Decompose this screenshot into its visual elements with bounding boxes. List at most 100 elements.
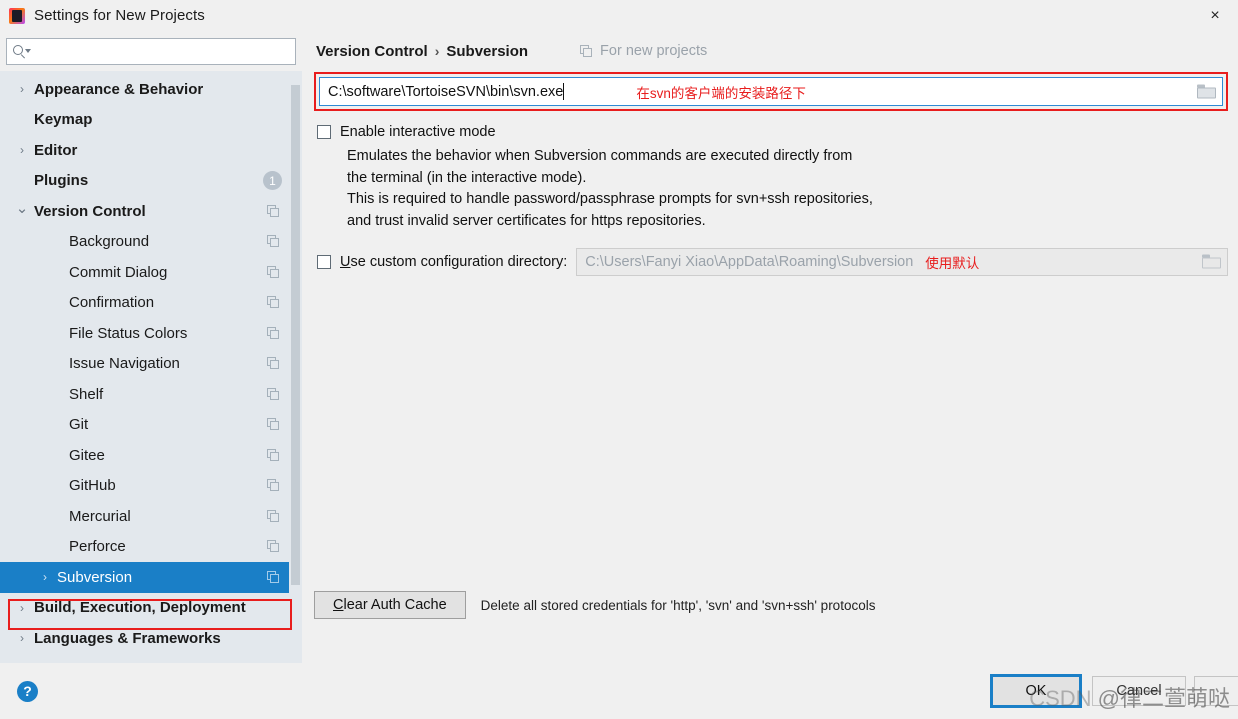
copy-icon[interactable] [267, 265, 280, 279]
chevron-right-icon: › [20, 143, 24, 158]
apply-button[interactable] [1194, 676, 1238, 706]
copy-icon[interactable] [267, 204, 280, 218]
footer-actions: OK Cancel [990, 674, 1238, 708]
sidebar-item-issue-navigation[interactable]: Issue Navigation [0, 349, 302, 380]
svn-path-annotation-box: C:\software\TortoiseSVN\bin\svn.exe 在svn… [314, 72, 1228, 111]
sidebar-item-background[interactable]: Background [0, 227, 302, 258]
sidebar-item-label: Subversion [57, 568, 133, 586]
sidebar-scrollbar-thumb[interactable] [291, 85, 300, 585]
description-line: the terminal (in the interactive mode). [347, 169, 587, 186]
clear-auth-cache-button[interactable]: Clear Auth Cache [314, 591, 466, 619]
copy-icon [580, 44, 593, 58]
sidebar-item-label: Confirmation [69, 294, 155, 312]
ok-button[interactable]: OK [990, 674, 1082, 708]
sidebar-item-git[interactable]: Git [0, 410, 302, 441]
clear-auth-cache-row: Clear Auth Cache Delete all stored crede… [314, 591, 875, 619]
sidebar-item-subversion[interactable]: › Subversion [0, 562, 302, 593]
copy-icon[interactable] [267, 479, 280, 492]
title-bar: Settings for New Projects × [0, 0, 1238, 31]
sidebar-item-label: Build, Execution, Deployment [34, 599, 246, 617]
enable-interactive-mode-row[interactable]: Enable interactive mode [314, 124, 1228, 140]
folder-icon[interactable] [1201, 254, 1223, 271]
copy-icon[interactable] [267, 509, 280, 523]
copy-icon[interactable] [267, 540, 280, 553]
help-icon[interactable]: ? [17, 680, 38, 702]
sidebar-item-github[interactable]: GitHub [0, 471, 302, 502]
description-line: This is required to handle password/pass… [347, 191, 873, 207]
breadcrumb-current: Subversion [446, 42, 529, 60]
sidebar-item-label: File Status Colors [69, 324, 188, 342]
svn-path-annotation-text: 在svn的客户端的安装路径下 [636, 85, 806, 101]
sidebar-item-label: Version Control [34, 202, 146, 220]
sidebar-item-shelf[interactable]: Shelf [0, 379, 302, 410]
sidebar-item-appearance-behavior[interactable]: › Appearance & Behavior [0, 74, 302, 105]
settings-content: Version Control › Subversion For new pro… [302, 31, 1238, 663]
sidebar-item-label: Languages & Frameworks [34, 629, 221, 647]
sidebar-item-build-execution-deployment[interactable]: › Build, Execution, Deployment [0, 593, 302, 624]
copy-icon[interactable] [267, 296, 280, 309]
custom-config-label: Use custom configuration directory: [340, 254, 567, 270]
sidebar-item-plugins[interactable]: Plugins 1 [0, 166, 302, 197]
svn-executable-value: C:\software\TortoiseSVN\bin\svn.exe [328, 83, 564, 100]
chevron-right-icon: › [43, 570, 47, 585]
copy-icon[interactable] [267, 235, 280, 248]
copy-icon[interactable] [267, 448, 280, 462]
sidebar-item-mercurial[interactable]: Mercurial [0, 501, 302, 532]
chevron-down-icon: ⌄ [15, 199, 29, 217]
sidebar-item-editor[interactable]: › Editor [0, 135, 302, 166]
sidebar-item-label: GitHub [69, 477, 116, 495]
sidebar-item-label: Commit Dialog [69, 263, 168, 281]
copy-icon[interactable] [267, 326, 280, 340]
sidebar-item-file-status-colors[interactable]: File Status Colors [0, 318, 302, 349]
cancel-button[interactable]: Cancel [1092, 676, 1186, 706]
search-box[interactable] [6, 38, 296, 65]
sidebar-item-label: Editor [34, 141, 78, 159]
svn-executable-field[interactable]: C:\software\TortoiseSVN\bin\svn.exe 在svn… [319, 77, 1223, 106]
plugins-update-badge: 1 [263, 171, 282, 191]
sidebar-item-confirmation[interactable]: Confirmation [0, 288, 302, 319]
folder-icon[interactable] [1196, 83, 1218, 100]
custom-config-row[interactable]: Use custom configuration directory: C:\U… [314, 248, 1228, 276]
sidebar-item-keymap[interactable]: Keymap [0, 105, 302, 136]
window-title: Settings for New Projects [34, 7, 205, 24]
sidebar-item-perforce[interactable]: Perforce [0, 532, 302, 563]
sidebar-item-commit-dialog[interactable]: Commit Dialog [0, 257, 302, 288]
copy-icon[interactable] [267, 357, 280, 370]
sidebar-item-label: Git [69, 416, 89, 434]
chevron-right-icon: › [20, 631, 24, 646]
custom-config-field: C:\Users\Fanyi Xiao\AppData\Roaming\Subv… [576, 248, 1228, 276]
breadcrumb-separator: › [434, 43, 440, 59]
enable-interactive-mode-checkbox[interactable] [317, 125, 331, 139]
sidebar-item-version-control[interactable]: ⌄ Version Control [0, 196, 302, 227]
close-icon[interactable]: × [1192, 0, 1238, 31]
breadcrumb-parent[interactable]: Version Control [316, 43, 428, 60]
custom-config-value: C:\Users\Fanyi Xiao\AppData\Roaming\Subv… [585, 254, 914, 270]
text-caret [563, 83, 565, 100]
custom-config-mnemonic: U [340, 254, 351, 270]
search-input[interactable] [30, 43, 289, 60]
chevron-right-icon: › [20, 600, 24, 615]
sidebar-item-languages-frameworks[interactable]: › Languages & Frameworks [0, 623, 302, 654]
sidebar-item-label: Shelf [69, 385, 104, 403]
copy-icon[interactable] [267, 570, 280, 584]
copy-icon[interactable] [267, 418, 280, 431]
sidebar-item-label: Background [69, 233, 150, 251]
sidebar-scrollbar-track[interactable] [289, 71, 302, 663]
enable-interactive-mode-label: Enable interactive mode [340, 124, 496, 140]
clear-auth-mnemonic: C [333, 597, 344, 613]
custom-config-checkbox[interactable] [317, 255, 331, 269]
copy-icon[interactable] [267, 387, 280, 401]
custom-config-annotation-text: 使用默认 [925, 256, 980, 271]
sidebar-item-label: Keymap [34, 111, 93, 129]
search-icon [13, 44, 31, 59]
scope-label: For new projects [580, 43, 707, 59]
custom-config-label-rest: se custom configuration directory: [350, 254, 568, 270]
clear-auth-description: Delete all stored credentials for 'http'… [480, 597, 876, 613]
dialog-body: › Appearance & Behavior Keymap › Editor Plugi… [0, 31, 1238, 663]
sidebar-item-gitee[interactable]: Gitee [0, 440, 302, 471]
sidebar-item-label: Appearance & Behavior [34, 80, 204, 98]
breadcrumb: Version Control › Subversion For new pro… [314, 31, 1228, 71]
settings-tree[interactable]: › Appearance & Behavior Keymap › Editor Plugi… [0, 71, 302, 663]
chevron-right-icon: › [20, 82, 24, 97]
scope-label-text: For new projects [600, 43, 708, 59]
